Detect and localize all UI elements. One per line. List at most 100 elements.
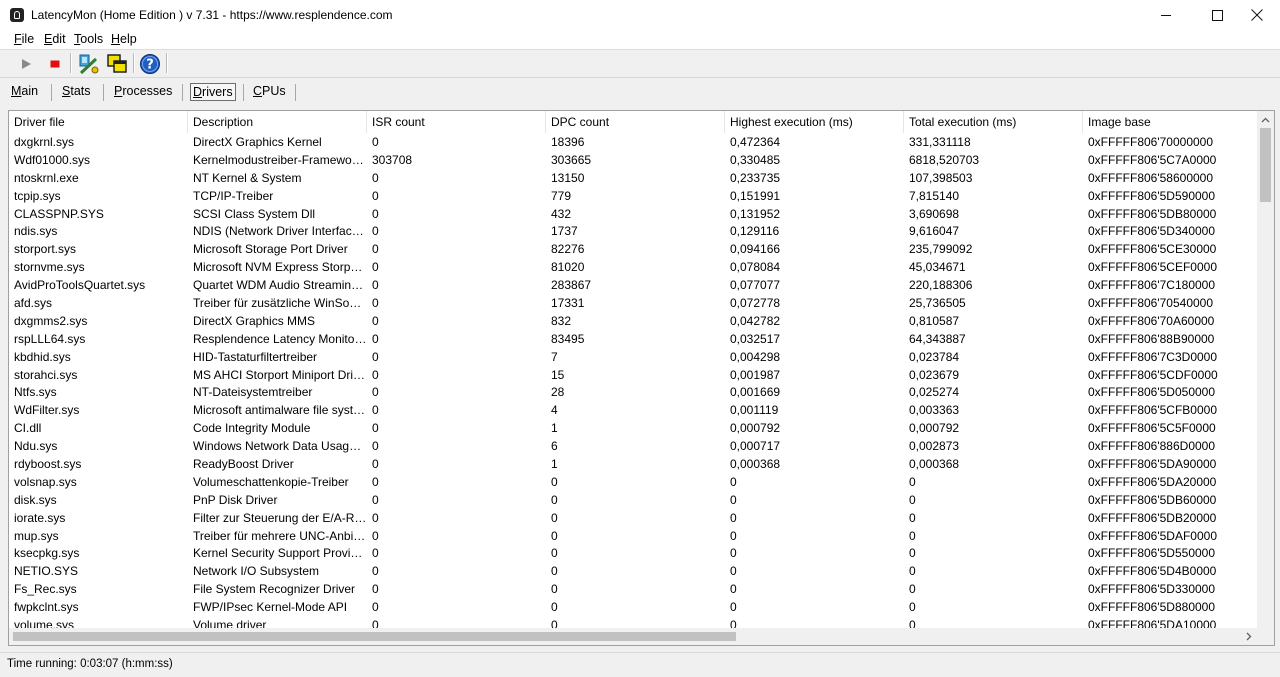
table-cell: 0,023784 [909,349,960,364]
table-row[interactable]: dxgmms2.sys DirectX Graphics MMS 0 832 0,042… [9,312,1259,330]
table-row[interactable]: iorate.sys Filter zur Steuerung der E/A-R… [9,509,1259,527]
table-row[interactable]: Ntfs.sys NT-Dateisystemtreiber 0 28 0,001669… [9,383,1259,401]
column-header[interactable]: ISR count [367,111,546,133]
windows-button[interactable] [105,52,129,76]
analyze-icon [79,54,99,75]
table-cell: 0,151991 [730,188,781,203]
table-row[interactable]: NETIO.SYS Network I/O Subsystem 0 0 0 0 0xFFFF… [9,562,1259,580]
table-cell: 0 [551,546,558,561]
table-cell: 0xFFFFF806'5DA90000 [1088,457,1217,472]
table-row[interactable]: Ndu.sys Windows Network Data Usage Monito… [9,437,1259,455]
table-row[interactable]: WdFilter.sys Microsoft antimalware file s… [9,401,1259,419]
close-button[interactable] [1234,0,1280,30]
table-cell: 0xFFFFF806'886D0000 [1088,439,1216,454]
table-row[interactable]: volsnap.sys Volumeschattenkopie-Treiber 0 0… [9,473,1259,491]
tab-drivers[interactable]: Drivers [190,83,236,101]
table-row[interactable]: afd.sys Treiber für zusätzliche WinSock-F… [9,294,1259,312]
table-row[interactable]: ndis.sys NDIS (Network Driver Interface S… [9,222,1259,240]
table-cell: 0xFFFFF806'7C180000 [1088,278,1216,293]
table-cell: 0xFFFFF806'5C7A0000 [1088,152,1217,167]
table-row[interactable]: Fs_Rec.sys File System Recognizer Driver 0… [9,580,1259,598]
table-cell: 64,343887 [909,331,966,346]
table-cell: ntoskrnl.exe [14,170,79,185]
table-row[interactable]: dxgkrnl.sys DirectX Graphics Kernel 0 18396… [9,133,1259,151]
column-header[interactable]: Highest execution (ms) [725,111,904,133]
table-row[interactable]: mup.sys Treiber für mehrere UNC-Anbieter 0… [9,527,1259,545]
table-cell: Treiber für zusätzliche WinSock-Funktion… [193,296,367,311]
table-cell: 331,331118 [909,135,971,149]
table-cell: 0,000368 [909,457,960,472]
table-row[interactable]: disk.sys PnP Disk Driver 0 0 0 0 0xFFFFF806'5D… [9,491,1259,509]
table-row[interactable]: CI.dll Code Integrity Module 0 1 0,000792 0,0… [9,419,1259,437]
table-cell: 0 [551,582,558,597]
table-cell: 0 [372,135,379,149]
table-cell: 0 [372,421,379,436]
column-header[interactable]: Driver file [9,111,188,133]
minimize-button[interactable] [1143,0,1189,30]
table-row[interactable]: rspLLL64.sys Resplendence Latency Monitor… [9,330,1259,348]
table-row[interactable]: CLASSPNP.SYS SCSI Class System Dll 0 432 0,1… [9,205,1259,223]
table-row[interactable]: Wdf01000.sys Kernelmodustreiber-Framework… [9,151,1259,169]
menu-edit[interactable]: Edit [44,32,66,46]
menu-help[interactable]: Help [111,32,137,46]
column-header[interactable]: Image base [1083,111,1259,133]
scroll-up-icon[interactable] [1257,111,1274,128]
table-cell: NDIS (Network Driver Interface Specifica… [193,224,367,239]
table-cell: iorate.sys [14,510,66,525]
table-row[interactable]: rdyboost.sys ReadyBoost Driver 0 1 0,000368 0… [9,455,1259,473]
table-cell: 0 [730,474,737,489]
table-cell: 0 [909,510,916,525]
help-button[interactable]: ? [138,52,162,76]
scroll-right-icon[interactable] [1240,628,1257,645]
table-row[interactable]: ksecpkg.sys Kernel Security Support Provi… [9,544,1259,562]
horizontal-scroll-thumb[interactable] [13,632,736,641]
column-header[interactable]: DPC count [546,111,725,133]
tab-stats[interactable]: Stats [60,83,93,101]
table-cell: Kernel Security Support Provider Interfa… [193,546,367,561]
tab-main[interactable]: Main [9,83,40,101]
analyze-button[interactable] [76,52,100,76]
table-cell: 0 [730,492,737,507]
stop-button[interactable] [43,52,67,76]
table-cell: AvidProToolsQuartet.sys [14,278,146,293]
table-row[interactable]: storahci.sys MS AHCI Storport Miniport Dr… [9,366,1259,384]
table-cell: 0,001987 [730,367,781,382]
table-row[interactable]: storport.sys Microsoft Storage Port Drive… [9,240,1259,258]
table-cell: 0,002873 [909,439,960,454]
table-cell: CLASSPNP.SYS [14,206,104,221]
table-cell: 0,000792 [730,421,781,436]
vertical-scroll-thumb[interactable] [1260,128,1271,202]
start-button[interactable] [14,52,38,76]
table-cell: 0 [372,457,379,472]
table-cell: 0,094166 [730,242,781,257]
table-cell: File System Recognizer Driver [193,582,356,597]
table-row[interactable]: stornvme.sys Microsoft NVM Express Storpo… [9,258,1259,276]
column-header[interactable]: Total execution (ms) [904,111,1083,133]
table-cell: Wdf01000.sys [14,152,91,167]
windows-icon [107,54,127,73]
table-row[interactable]: kbdhid.sys HID-Tastaturfiltertreiber 0 7 0,0… [9,348,1259,366]
vertical-scrollbar[interactable] [1257,111,1274,629]
horizontal-scrollbar[interactable] [9,628,1259,645]
table-cell: 17331 [551,296,585,311]
table-row[interactable]: fwpkclnt.sys FWP/IPsec Kernel-Mode API 0 0 0… [9,598,1259,616]
menu-tools[interactable]: Tools [74,32,103,46]
stop-icon [50,60,60,68]
table-cell: NT-Dateisystemtreiber [193,385,313,400]
table-cell: 0 [909,564,916,579]
table-cell: 0 [730,510,737,525]
menu-file[interactable]: File [14,32,34,46]
column-header[interactable]: Description [188,111,367,133]
table-row[interactable]: ntoskrnl.exe NT Kernel & System 0 13150 0,23… [9,169,1259,187]
tab-cpus[interactable]: CPUs [251,83,288,101]
drivers-table[interactable]: Driver file Description ISR count DPC count… [8,110,1275,646]
table-row[interactable]: tcpip.sys TCP/IP-Treiber 0 779 0,151991 7,815… [9,187,1259,205]
table-cell: 0,000717 [730,439,781,454]
tab-processes[interactable]: Processes [112,83,174,101]
minimize-icon [1160,14,1171,16]
table-cell: 0xFFFFF806'5CE30000 [1088,242,1217,257]
table-cell: 0 [372,170,379,185]
table-cell: 0 [372,510,379,525]
table-row[interactable]: AvidProToolsQuartet.sys Quartet WDM Audio… [9,276,1259,294]
maximize-icon [1211,9,1223,21]
